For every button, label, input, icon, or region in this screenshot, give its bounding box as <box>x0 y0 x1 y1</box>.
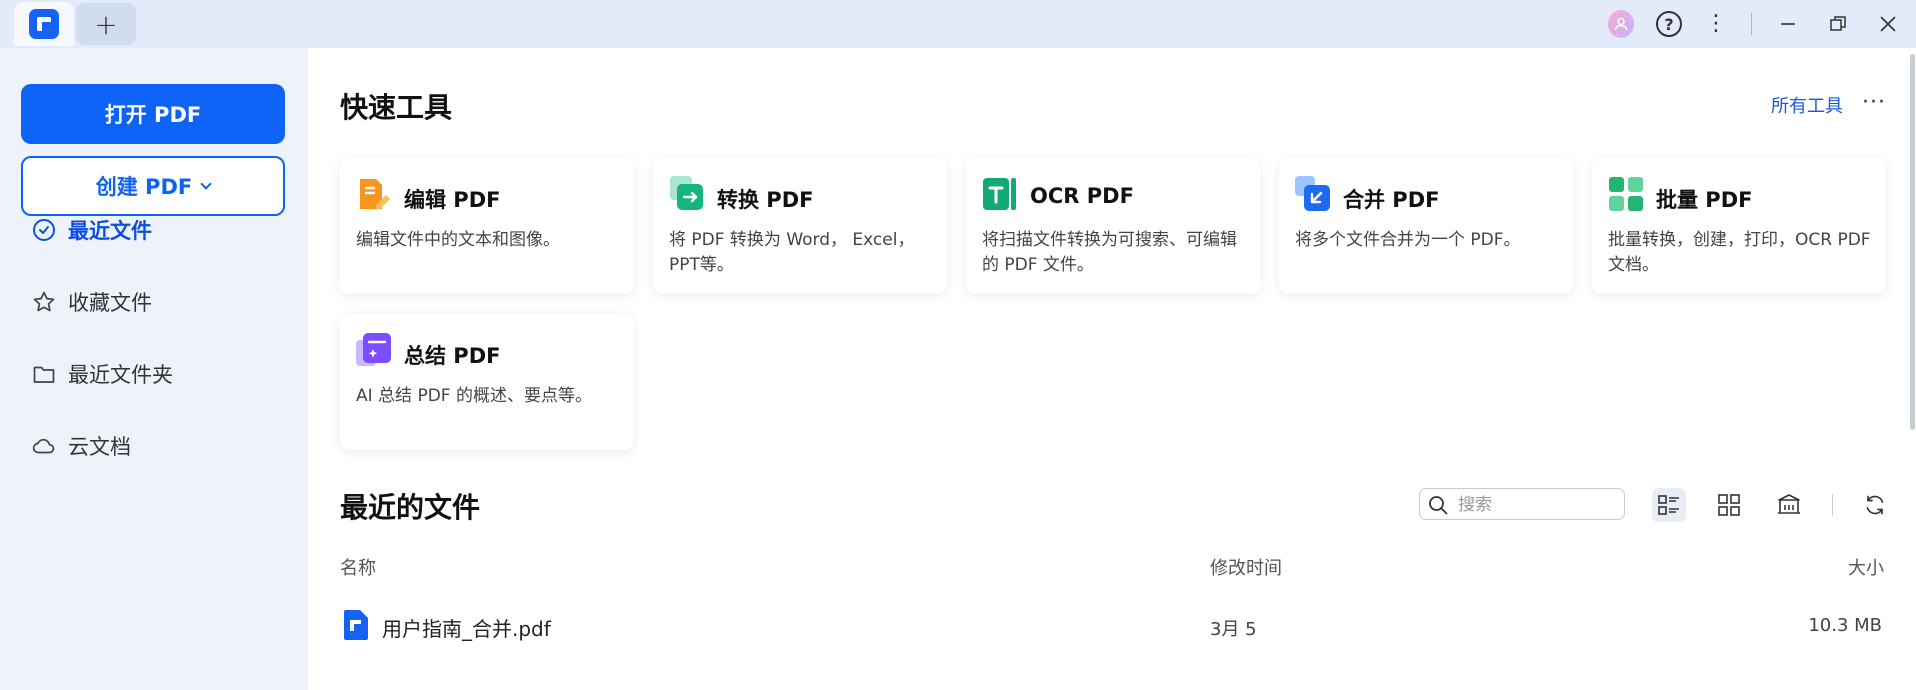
tool-card-ocr-pdf[interactable]: OCR PDF 将扫描文件转换为可搜索、可编辑的 PDF 文件。 <box>966 158 1260 294</box>
file-modified: 3月 5 <box>1210 619 1257 640</box>
sidebar-item-label: 最近文件夹 <box>68 363 173 387</box>
file-size: 10.3 MB <box>1808 615 1882 636</box>
card-description: 将多个文件合并为一个 PDF。 <box>1295 230 1521 250</box>
minimize-icon <box>1781 23 1795 25</box>
clock-icon <box>32 218 56 242</box>
sidebar: 打开 PDF 创建 PDF 最近文件 收藏文件 最近文件夹 云文档 <box>0 48 308 690</box>
sidebar-item-cloud-docs[interactable]: 云文档 <box>32 426 131 466</box>
tool-card-batch-pdf[interactable]: 批量 PDF 批量转换，创建，打印，OCR PDF 文档。 <box>1592 158 1886 294</box>
sidebar-item-label: 云文档 <box>68 435 131 459</box>
create-pdf-label: 创建 PDF <box>95 175 193 199</box>
edit-pdf-icon <box>356 176 392 212</box>
list-view-button[interactable] <box>1652 488 1686 522</box>
tool-card-summarize-pdf[interactable]: 总结 PDF AI 总结 PDF 的概述、要点等。 <box>340 314 634 450</box>
open-pdf-button[interactable]: 打开 PDF <box>21 84 285 144</box>
home-tab[interactable] <box>14 2 74 46</box>
sidebar-item-favorites[interactable]: 收藏文件 <box>32 282 152 322</box>
storage-button[interactable] <box>1772 488 1806 522</box>
sidebar-item-label: 最近文件 <box>68 219 152 243</box>
refresh-icon <box>1866 495 1884 515</box>
tool-card-edit-pdf[interactable]: 编辑 PDF 编辑文件中的文本和图像。 <box>340 158 634 294</box>
help-icon: ? <box>1656 11 1682 37</box>
card-title: 总结 PDF <box>404 344 501 368</box>
close-icon <box>1880 16 1896 32</box>
merge-pdf-icon <box>1295 176 1331 212</box>
card-title: 编辑 PDF <box>404 188 501 212</box>
grid-view-icon <box>1718 494 1740 516</box>
chevron-down-icon <box>200 178 212 190</box>
card-description: 批量转换，创建，打印，OCR PDF 文档。 <box>1608 230 1871 275</box>
cloud-icon <box>32 434 56 458</box>
avatar-icon <box>1608 10 1634 38</box>
close-button[interactable] <box>1874 0 1902 48</box>
star-icon <box>32 290 56 314</box>
sidebar-item-label: 收藏文件 <box>68 291 152 315</box>
create-pdf-button[interactable]: 创建 PDF <box>21 156 285 216</box>
table-row[interactable]: 用户指南_合并.pdf 3月 5 10.3 MB <box>340 600 1882 650</box>
archive-icon <box>1778 494 1800 514</box>
ocr-pdf-icon <box>982 176 1018 212</box>
more-options-button[interactable]: ⋮ <box>1705 0 1727 48</box>
column-header-name[interactable]: 名称 <box>340 554 376 580</box>
card-title: OCR PDF <box>1030 184 1134 208</box>
refresh-button[interactable] <box>1858 488 1892 522</box>
recent-files-title: 最近的文件 <box>340 491 481 524</box>
restore-button[interactable] <box>1824 0 1852 48</box>
new-tab-button[interactable]: + <box>76 3 136 45</box>
vertical-dots-icon: ⋮ <box>1705 11 1727 36</box>
title-bar: + ? ⋮ <box>0 0 1916 48</box>
search-icon <box>1429 496 1448 515</box>
search-input[interactable] <box>1458 493 1618 517</box>
titlebar-separator <box>1750 0 1752 48</box>
sidebar-item-recent-files[interactable]: 最近文件 <box>32 210 152 250</box>
minimize-button[interactable] <box>1774 0 1802 48</box>
card-title: 转换 PDF <box>717 188 814 212</box>
help-button[interactable]: ? <box>1656 0 1682 48</box>
file-name: 用户指南_合并.pdf <box>382 617 551 641</box>
card-description: 将扫描文件转换为可搜索、可编辑的 PDF 文件。 <box>982 230 1237 275</box>
card-description: AI 总结 PDF 的概述、要点等。 <box>356 386 592 406</box>
convert-pdf-icon <box>669 176 705 212</box>
search-box[interactable] <box>1419 488 1625 520</box>
toolbar-separator <box>1832 494 1833 516</box>
list-view-icon <box>1658 495 1679 515</box>
summarize-pdf-icon <box>356 332 392 368</box>
account-button[interactable] <box>1608 0 1634 48</box>
column-header-size[interactable]: 大小 <box>1848 554 1884 580</box>
card-title: 批量 PDF <box>1656 188 1753 212</box>
card-description: 编辑文件中的文本和图像。 <box>356 230 560 250</box>
app-logo-icon <box>29 9 59 39</box>
all-tools-link[interactable]: 所有工具 <box>1771 92 1843 118</box>
card-title: 合并 PDF <box>1343 188 1440 212</box>
grid-view-button[interactable] <box>1712 488 1746 522</box>
pdf-file-icon <box>344 610 368 640</box>
tool-card-convert-pdf[interactable]: 转换 PDF 将 PDF 转换为 Word， Excel，PPT等。 <box>653 158 947 294</box>
sidebar-item-recent-folders[interactable]: 最近文件夹 <box>32 354 173 394</box>
scrollbar[interactable] <box>1908 48 1916 690</box>
restore-icon <box>1830 16 1846 31</box>
more-tools-button[interactable]: ··· <box>1862 90 1886 115</box>
tool-card-merge-pdf[interactable]: 合并 PDF 将多个文件合并为一个 PDF。 <box>1279 158 1573 294</box>
column-header-modified[interactable]: 修改时间 <box>1210 554 1282 580</box>
folder-icon <box>32 362 56 386</box>
batch-pdf-icon <box>1608 176 1644 212</box>
card-description: 将 PDF 转换为 Word， Excel，PPT等。 <box>669 230 915 275</box>
quick-tools-title: 快速工具 <box>340 91 453 124</box>
scrollbar-thumb[interactable] <box>1910 54 1915 430</box>
